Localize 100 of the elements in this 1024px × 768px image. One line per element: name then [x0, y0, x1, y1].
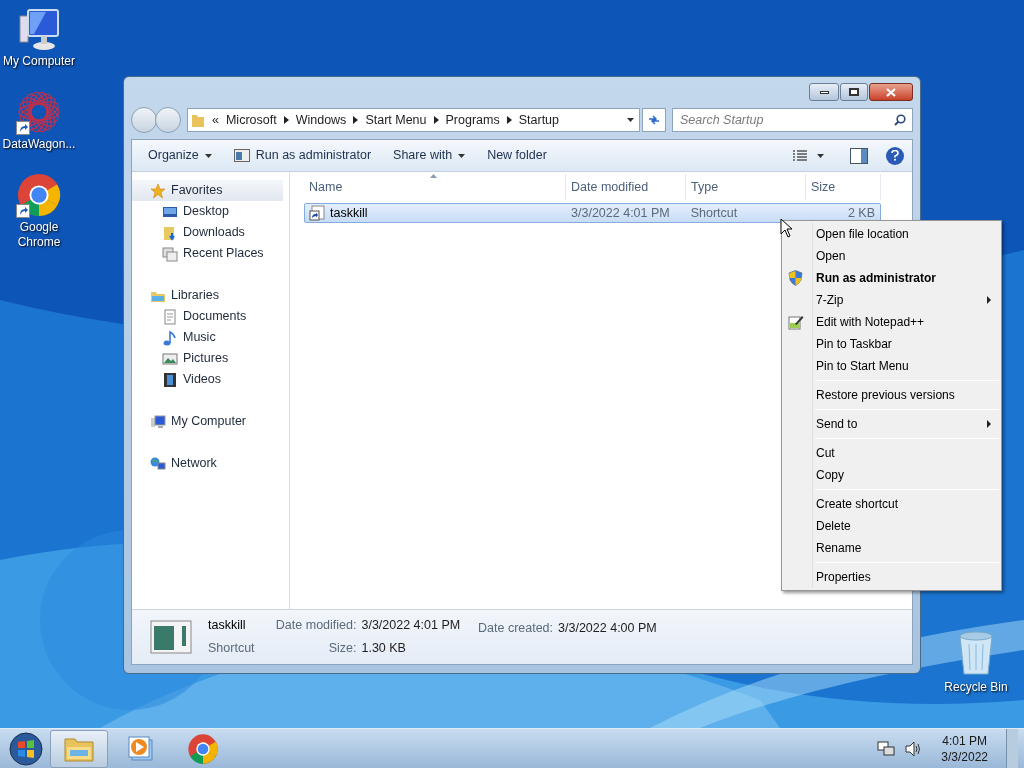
clock-time[interactable]: 4:01 PM — [942, 732, 987, 749]
menu-item[interactable]: Pin to Taskbar — [782, 333, 1001, 355]
film-icon — [162, 371, 178, 388]
maximize-button[interactable] — [840, 83, 868, 101]
search-icon — [894, 114, 906, 126]
detail-value: 3/3/2022 4:00 PM — [558, 620, 657, 637]
address-bar[interactable]: « Microsoft Windows Start Menu Programs Startup — [187, 108, 640, 132]
menu-item[interactable]: Create shortcut — [782, 493, 1001, 515]
help-button[interactable] — [886, 146, 904, 165]
menu-item[interactable]: Copy — [782, 464, 1001, 486]
date-cell-text: 3/3/2022 4:01 PM — [570, 204, 671, 222]
sort-arrow-icon — [430, 174, 437, 178]
desktop-icon-label[interactable]: Recycle Bin — [944, 678, 1008, 696]
desktop-icon-label[interactable]: My Computer — [3, 54, 75, 69]
menu-item[interactable]: Pin to Start Menu — [782, 355, 1001, 377]
toolbar-button[interactable]: New folder — [479, 143, 555, 168]
file-name: taskkill — [330, 204, 368, 222]
picture-icon — [162, 350, 178, 367]
toolbar-button[interactable]: Run as administrator — [225, 143, 380, 168]
play-icon — [128, 735, 154, 762]
breadcrumb[interactable]: Startup — [518, 110, 559, 130]
menu-item[interactable]: Edit with Notepad++ — [782, 311, 1001, 333]
menu-item[interactable]: Open — [782, 245, 1001, 267]
detail-value: 1.30 KB — [361, 640, 407, 657]
starburst-icon — [16, 89, 62, 135]
column-header[interactable]: Type — [686, 174, 806, 200]
nav-item[interactable]: Videos — [132, 369, 283, 390]
menu-item[interactable]: Delete — [782, 515, 1001, 537]
breadcrumb[interactable]: Windows — [295, 110, 347, 130]
nav-item[interactable]: My Computer — [132, 411, 283, 432]
window-icon — [150, 620, 192, 654]
detail-label: Date modified: — [274, 617, 357, 635]
trash-bin-icon — [957, 630, 995, 676]
computer-icon — [150, 413, 166, 430]
refresh-button[interactable] — [642, 108, 666, 132]
minimize-button[interactable] — [809, 83, 839, 101]
detail-label: Date created: — [478, 620, 554, 637]
chevron-icon — [283, 116, 289, 124]
nav-item[interactable]: Libraries — [132, 285, 283, 306]
file-row[interactable]: taskkill 3/3/2022 4:01 PM Shortcut 2 KB — [304, 203, 881, 223]
list-view-icon — [792, 149, 808, 162]
network-icon — [877, 740, 896, 757]
breadcrumb[interactable]: Programs — [445, 110, 500, 130]
caret-icon — [627, 118, 634, 122]
nav-item[interactable]: Pictures — [132, 348, 283, 369]
nav-item[interactable]: Recent Places — [132, 243, 283, 264]
music-note-icon — [162, 329, 178, 346]
chrome-icon — [187, 732, 219, 765]
preview-pane-button[interactable] — [850, 147, 868, 164]
column-header[interactable]: Size — [806, 174, 881, 200]
menu-item[interactable]: Restore previous versions — [782, 384, 1001, 406]
detail-label: Size: — [327, 640, 357, 657]
type-cell-text: Shortcut — [689, 204, 739, 222]
file-name: taskkill — [208, 617, 247, 635]
mouse-pointer-icon — [780, 218, 793, 238]
desktop-icon-label[interactable]: Google Chrome — [1, 220, 77, 250]
menu-item[interactable]: Send to — [782, 413, 1001, 435]
menu-item[interactable]: Properties — [782, 566, 1001, 588]
size-cell-text: 2 KB — [846, 204, 876, 222]
menu-item[interactable]: Cut — [782, 442, 1001, 464]
notepad-icon — [788, 314, 804, 330]
caret-icon — [817, 153, 824, 158]
detail-value: 3/3/2022 4:01 PM — [361, 617, 462, 635]
menu-item[interactable]: 7-Zip — [782, 289, 1001, 311]
column-header[interactable]: Name — [304, 174, 566, 200]
menu-item[interactable]: Run as administrator — [782, 267, 1001, 289]
show-desktop-button[interactable] — [1006, 728, 1018, 768]
overflow-chevron[interactable]: « — [212, 110, 219, 130]
folder-icon — [191, 112, 205, 128]
search-field[interactable]: Search Startup — [672, 108, 913, 132]
clock-date[interactable]: 3/3/2022 — [941, 748, 988, 765]
nav-item[interactable]: Music — [132, 327, 283, 348]
window-icon — [233, 149, 250, 162]
shield-icon — [788, 270, 803, 286]
chrome-icon — [16, 172, 62, 218]
download-folder-icon — [162, 224, 178, 241]
nav-item[interactable]: Downloads — [132, 222, 283, 243]
chevron-icon — [353, 116, 359, 124]
breadcrumb[interactable]: Start Menu — [365, 110, 427, 130]
windows-icon — [162, 245, 178, 262]
nav-item[interactable]: Favorites — [132, 180, 283, 201]
caret-icon — [458, 153, 466, 158]
close-icon — [886, 87, 896, 97]
computer-icon — [16, 8, 62, 52]
desktop-icon-label[interactable]: DataWagon... — [2, 137, 76, 152]
nav-item[interactable]: Desktop — [132, 201, 283, 222]
star-icon — [150, 182, 166, 199]
refresh-icon — [647, 114, 661, 126]
nav-item[interactable]: Network — [132, 453, 283, 474]
toolbar-button[interactable]: Organize — [140, 143, 220, 168]
globe-icon — [150, 455, 166, 472]
question-mark-icon — [891, 150, 899, 161]
toolbar-button[interactable]: Share with — [385, 143, 474, 168]
close-button[interactable] — [869, 83, 913, 101]
start-button[interactable] — [6, 730, 46, 767]
column-header[interactable]: Date modified — [566, 174, 686, 200]
chevron-icon — [433, 116, 439, 124]
breadcrumb[interactable]: Microsoft — [225, 110, 277, 130]
nav-item[interactable]: Documents — [132, 306, 283, 327]
menu-item[interactable]: Rename — [782, 537, 1001, 559]
